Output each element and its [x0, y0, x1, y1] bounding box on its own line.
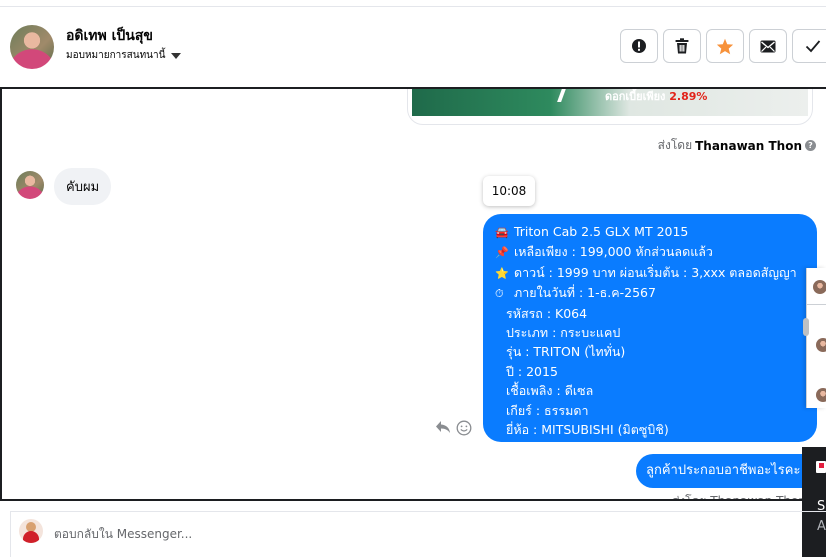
header-actions — [620, 29, 826, 63]
envelope-icon — [760, 40, 776, 52]
listing-line: ⭐ ดาวน์ : 1999 บาท ผ่อนเริ่มต้น : 3,xxx … — [495, 263, 817, 283]
conversation-avatar[interactable] — [816, 338, 826, 352]
star-icon: ⭐ — [495, 266, 509, 280]
check-icon — [805, 40, 820, 53]
listing-line: เชื้อเพลิง : ดีเซล — [506, 383, 594, 399]
contact-name[interactable]: อดิเทพ เป็นสุข — [66, 25, 153, 47]
incoming-message[interactable]: คับผม — [54, 168, 112, 205]
notification-icon — [816, 461, 826, 473]
page-avatar — [19, 519, 43, 543]
contact-avatar-small[interactable] — [16, 171, 44, 199]
listing-line: 📌 เหลือเพียง : 199,000 หักส่วนลดแล้ว — [495, 242, 817, 262]
message-thread[interactable]: ดอกเบี้ยเพียง 2.89% ส่งโดย Thanawan Thon… — [0, 87, 826, 501]
assign-conversation-dropdown[interactable]: มอบหมายการสนทนานี้ — [66, 48, 182, 63]
follow-up-button[interactable] — [706, 29, 744, 63]
pin-icon: 📌 — [495, 246, 509, 260]
caret-down-icon — [171, 52, 182, 59]
conversation-avatar[interactable] — [813, 280, 826, 294]
car-icon: 🚘 — [495, 226, 509, 239]
reply-icon[interactable] — [435, 420, 451, 434]
top-divider — [0, 6, 826, 7]
info-icon[interactable]: ? — [805, 140, 816, 151]
sent-by-label: ส่งโดย Thanawan Thon — [672, 494, 806, 501]
listing-line: 🚘 Triton Cab 2.5 GLX MT 2015 — [495, 222, 817, 242]
star-icon — [716, 38, 734, 54]
contact-avatar[interactable] — [10, 25, 54, 69]
conversation-header: อดิเทพ เป็นสุข มอบหมายการสนทนานี้ — [0, 8, 826, 86]
promo-text: ดอกเบี้ยเพียง 2.89% — [605, 90, 708, 103]
emoji-react-icon[interactable] — [456, 420, 472, 436]
outgoing-message[interactable]: ลูกค้าประกอบอาชีพอะไรคะ — [636, 454, 826, 488]
listing-line: ยี่ห้อ : MITSUBISHI (มิตซูบิชิ) — [506, 422, 669, 438]
mark-unread-button[interactable] — [749, 29, 787, 63]
listing-line: เกียร์ : ธรรมดา — [506, 402, 589, 418]
timer-icon: ⏱ — [495, 287, 504, 301]
alert-icon — [632, 39, 646, 53]
reply-input[interactable] — [54, 524, 794, 544]
assign-label: มอบหมายการสนทนานี้ — [66, 50, 166, 61]
listing-line: ปี : 2015 — [506, 363, 558, 379]
scrollbar[interactable] — [803, 318, 809, 336]
composer-divider — [10, 511, 826, 512]
outgoing-message-listing[interactable]: 🚘 Triton Cab 2.5 GLX MT 2015 📌 เหลือเพีย… — [483, 214, 817, 442]
trash-icon — [675, 38, 689, 54]
listing-line: ประเภท : กระบะแคป — [506, 325, 621, 341]
conversation-avatar[interactable] — [816, 388, 826, 402]
listing-line: ⏱ ภายในวันที่ : 1-ธ.ค-2567 — [495, 283, 817, 303]
listing-line: รหัสรถ : K064 — [506, 305, 588, 321]
conversation-list-overlay[interactable] — [803, 268, 826, 408]
mark-spam-button[interactable] — [620, 29, 658, 63]
delete-button[interactable] — [663, 29, 701, 63]
notification-panel[interactable]: S A — [802, 447, 826, 557]
sent-by-label: ส่งโดย Thanawan Thon ? — [658, 136, 816, 155]
listing-line: รุ่น : TRITON (ไททั่น) — [506, 344, 626, 360]
promo-banner-image: ดอกเบี้ยเพียง 2.89% — [412, 89, 808, 116]
mark-done-button[interactable] — [792, 29, 826, 63]
timestamp-tooltip: 10:08 — [483, 176, 535, 206]
image-attachment[interactable]: ดอกเบี้ยเพียง 2.89% — [407, 89, 813, 125]
